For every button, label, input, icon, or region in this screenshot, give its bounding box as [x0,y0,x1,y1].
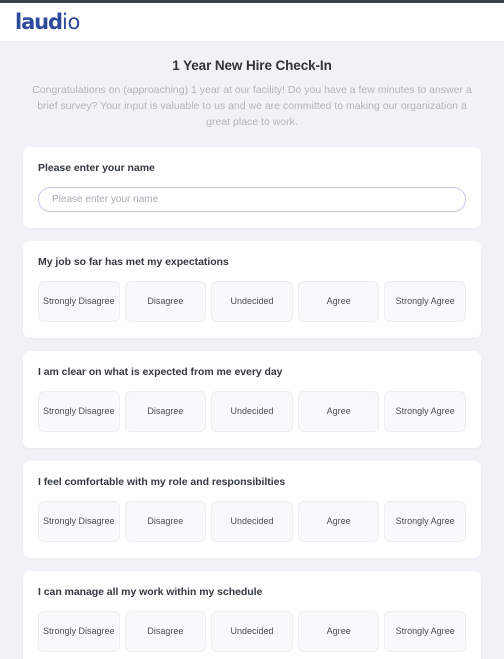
page-intro: 1 Year New Hire Check-In Congratulations… [0,42,504,130]
likert-options-1: Strongly Disagree Disagree Undecided Agr… [38,281,466,322]
likert-options-2: Strongly Disagree Disagree Undecided Agr… [38,391,466,432]
logo-text-light: io [61,9,81,34]
option-strongly-agree[interactable]: Strongly Agree [384,501,466,542]
question-card-3: I feel comfortable with my role and resp… [23,461,481,558]
name-input[interactable] [38,187,466,212]
question-card-2: I am clear on what is expected from me e… [23,351,481,448]
option-strongly-agree[interactable]: Strongly Agree [384,391,466,432]
option-disagree[interactable]: Disagree [124,501,207,542]
question-label: I am clear on what is expected from me e… [38,366,283,378]
option-undecided[interactable]: Undecided [211,611,293,652]
laudio-logo[interactable]: laud io [15,9,81,34]
question-card-1: My job so far has met my expectations St… [23,241,481,338]
question-label: I can manage all my work within my sched… [38,586,263,598]
name-card: Please enter your name [23,147,481,228]
option-agree[interactable]: Agree [297,391,380,432]
option-strongly-agree[interactable]: Strongly Agree [384,281,466,322]
page-title: 1 Year New Hire Check-In [172,58,332,73]
option-agree[interactable]: Agree [297,501,380,542]
logo-text-bold: laud [15,9,63,34]
page-description: Congratulations on (approaching) 1 year … [32,84,472,128]
option-strongly-disagree[interactable]: Strongly Disagree [38,611,120,652]
question-card-4: I can manage all my work within my sched… [23,571,481,659]
option-strongly-disagree[interactable]: Strongly Disagree [38,501,120,542]
option-disagree[interactable]: Disagree [124,281,207,322]
option-agree[interactable]: Agree [297,611,380,652]
option-strongly-disagree[interactable]: Strongly Disagree [38,391,120,432]
app-header: laud io [0,3,504,42]
likert-options-4: Strongly Disagree Disagree Undecided Agr… [38,611,466,652]
option-undecided[interactable]: Undecided [211,501,293,542]
likert-options-3: Strongly Disagree Disagree Undecided Agr… [38,501,466,542]
question-label: I feel comfortable with my role and resp… [38,476,286,488]
survey-card-stack: Please enter your name My job so far has… [0,130,504,659]
option-disagree[interactable]: Disagree [124,611,207,652]
name-field-label: Please enter your name [38,162,155,174]
question-label: My job so far has met my expectations [38,256,229,268]
option-undecided[interactable]: Undecided [211,281,293,322]
option-strongly-agree[interactable]: Strongly Agree [384,611,466,652]
option-agree[interactable]: Agree [297,281,380,322]
option-undecided[interactable]: Undecided [211,391,293,432]
option-strongly-disagree[interactable]: Strongly Disagree [38,281,120,322]
option-disagree[interactable]: Disagree [124,391,207,432]
